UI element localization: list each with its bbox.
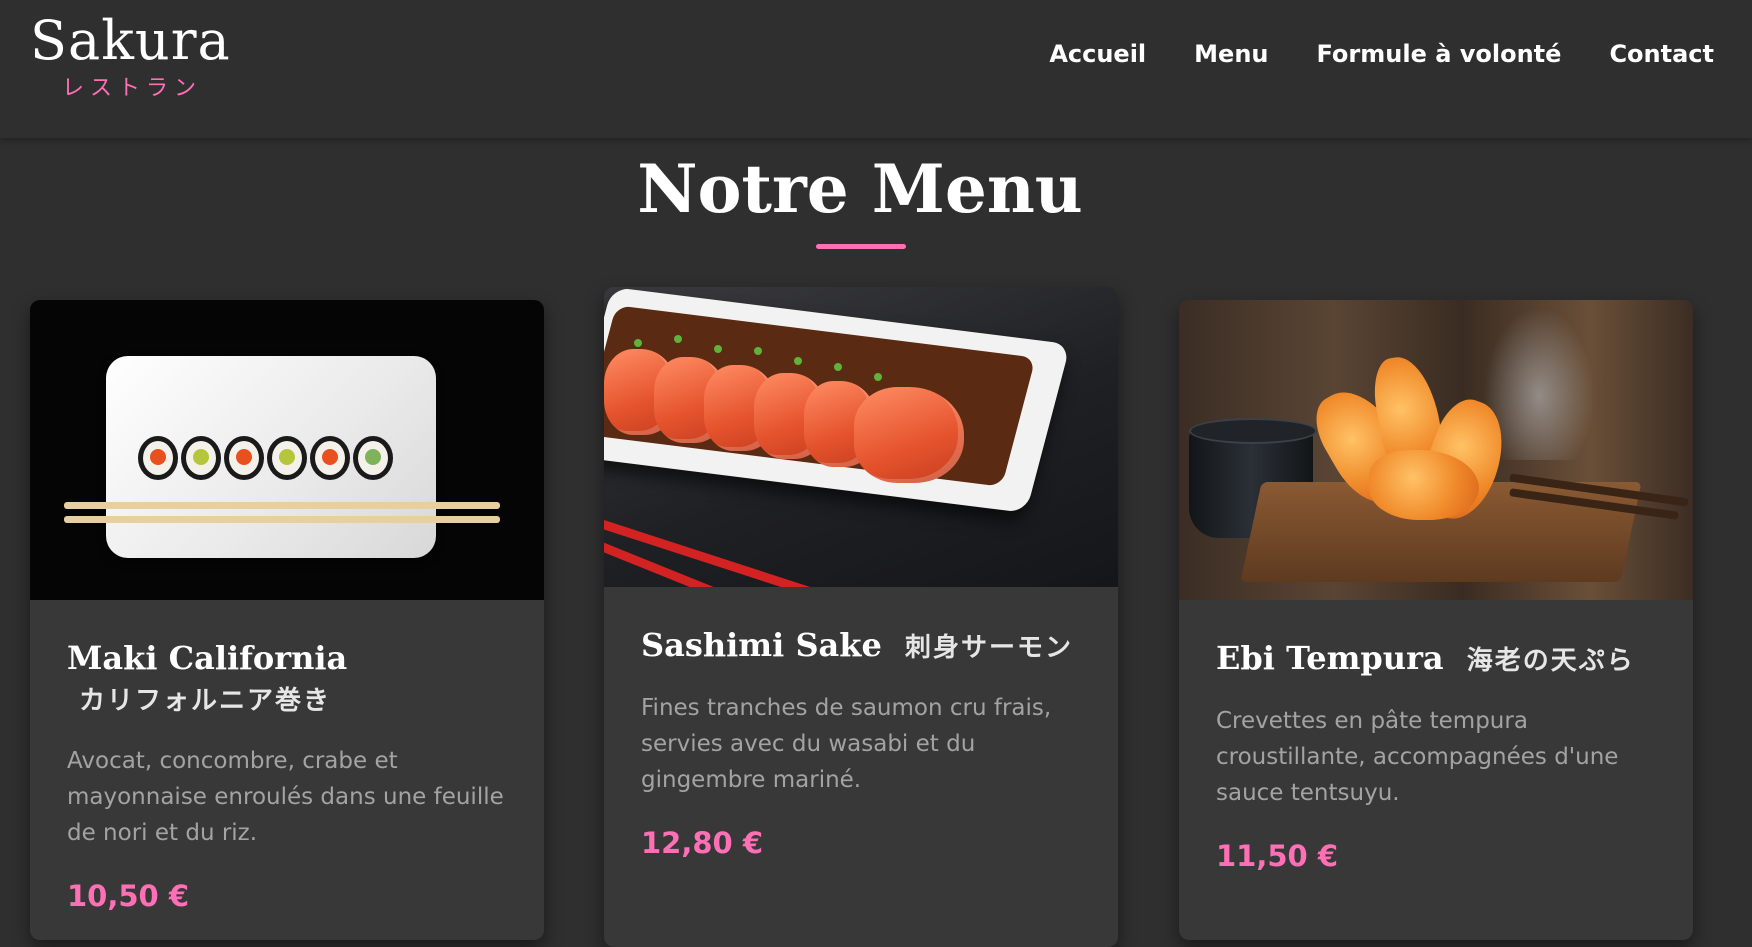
dish-name-fr: Ebi Tempura [1216,639,1444,677]
dish-description: Avocat, concombre, crabe et mayonnaise e… [67,748,504,846]
card-body: Sashimi Sake 刺身サーモン Fines tranches de sa… [604,587,1118,880]
dish-price: 11,50 € [1216,839,1339,873]
scallion [874,373,882,381]
menu-card-sashimi-sake[interactable]: Sashimi Sake 刺身サーモン Fines tranches de sa… [604,287,1118,947]
card-body: Maki California カリフォルニア巻き Avocat, concom… [30,600,544,933]
dish-name-jp: 刺身サーモン [904,633,1073,663]
dish-price: 10,50 € [67,879,190,913]
dish-price: 12,80 € [641,826,764,860]
logo-subtitle: レストラン [62,76,203,101]
salmon-sashimi-photo [604,287,1118,587]
maki-piece [353,436,393,480]
maki-row [138,436,393,480]
logo-title: Sakura [30,9,231,72]
maki-piece [310,436,350,480]
dish-name: Sashimi Sake 刺身サーモン [641,625,1082,668]
salmon-slice [854,387,964,483]
scallion [794,357,802,365]
nav-link-contact[interactable]: Contact [1609,40,1714,68]
shrimp-tempura-photo [1179,300,1693,600]
nav-link-formule[interactable]: Formule à volonté [1317,40,1562,68]
maki-rolls-photo [30,300,544,600]
dish-name-fr: Maki California [67,639,348,677]
scallion [834,363,842,371]
maki-piece [181,436,221,480]
dish-name: Ebi Tempura 海老の天ぷら [1216,638,1657,681]
logo[interactable]: Sakura レストラン [30,8,270,102]
scallion [714,345,722,353]
nav-link-accueil[interactable]: Accueil [1049,40,1146,68]
nav-link-menu[interactable]: Menu [1194,40,1268,68]
title-underline [816,244,906,249]
chopstick [604,517,862,587]
scallion [674,335,682,343]
dish-name-fr: Sashimi Sake [641,626,882,664]
dish-name-jp: 海老の天ぷら [1466,646,1635,676]
dish-description: Fines tranches de saumon cru frais, serv… [641,695,1052,793]
page-title: Notre Menu [637,150,1083,228]
chopstick [64,502,500,509]
scallion [754,347,762,355]
dish-name-jp: カリフォルニア巻き [79,686,332,716]
dish-description: Crevettes en pâte tempura croustillante,… [1216,708,1619,806]
scallion [634,339,642,347]
maki-piece [267,436,307,480]
menu-card-maki-california[interactable]: Maki California カリフォルニア巻き Avocat, concom… [30,300,544,940]
card-body: Ebi Tempura 海老の天ぷら Crevettes en pâte tem… [1179,600,1693,893]
main-nav: Accueil Menu Formule à volonté Contact [1049,40,1714,68]
dish-name: Maki California カリフォルニア巻き [67,638,508,721]
maki-piece [224,436,264,480]
menu-card-ebi-tempura[interactable]: Ebi Tempura 海老の天ぷら Crevettes en pâte tem… [1179,300,1693,940]
site-header: Sakura レストラン Accueil Menu Formule à volo… [0,0,1752,138]
chopstick [64,516,500,523]
maki-piece [138,436,178,480]
